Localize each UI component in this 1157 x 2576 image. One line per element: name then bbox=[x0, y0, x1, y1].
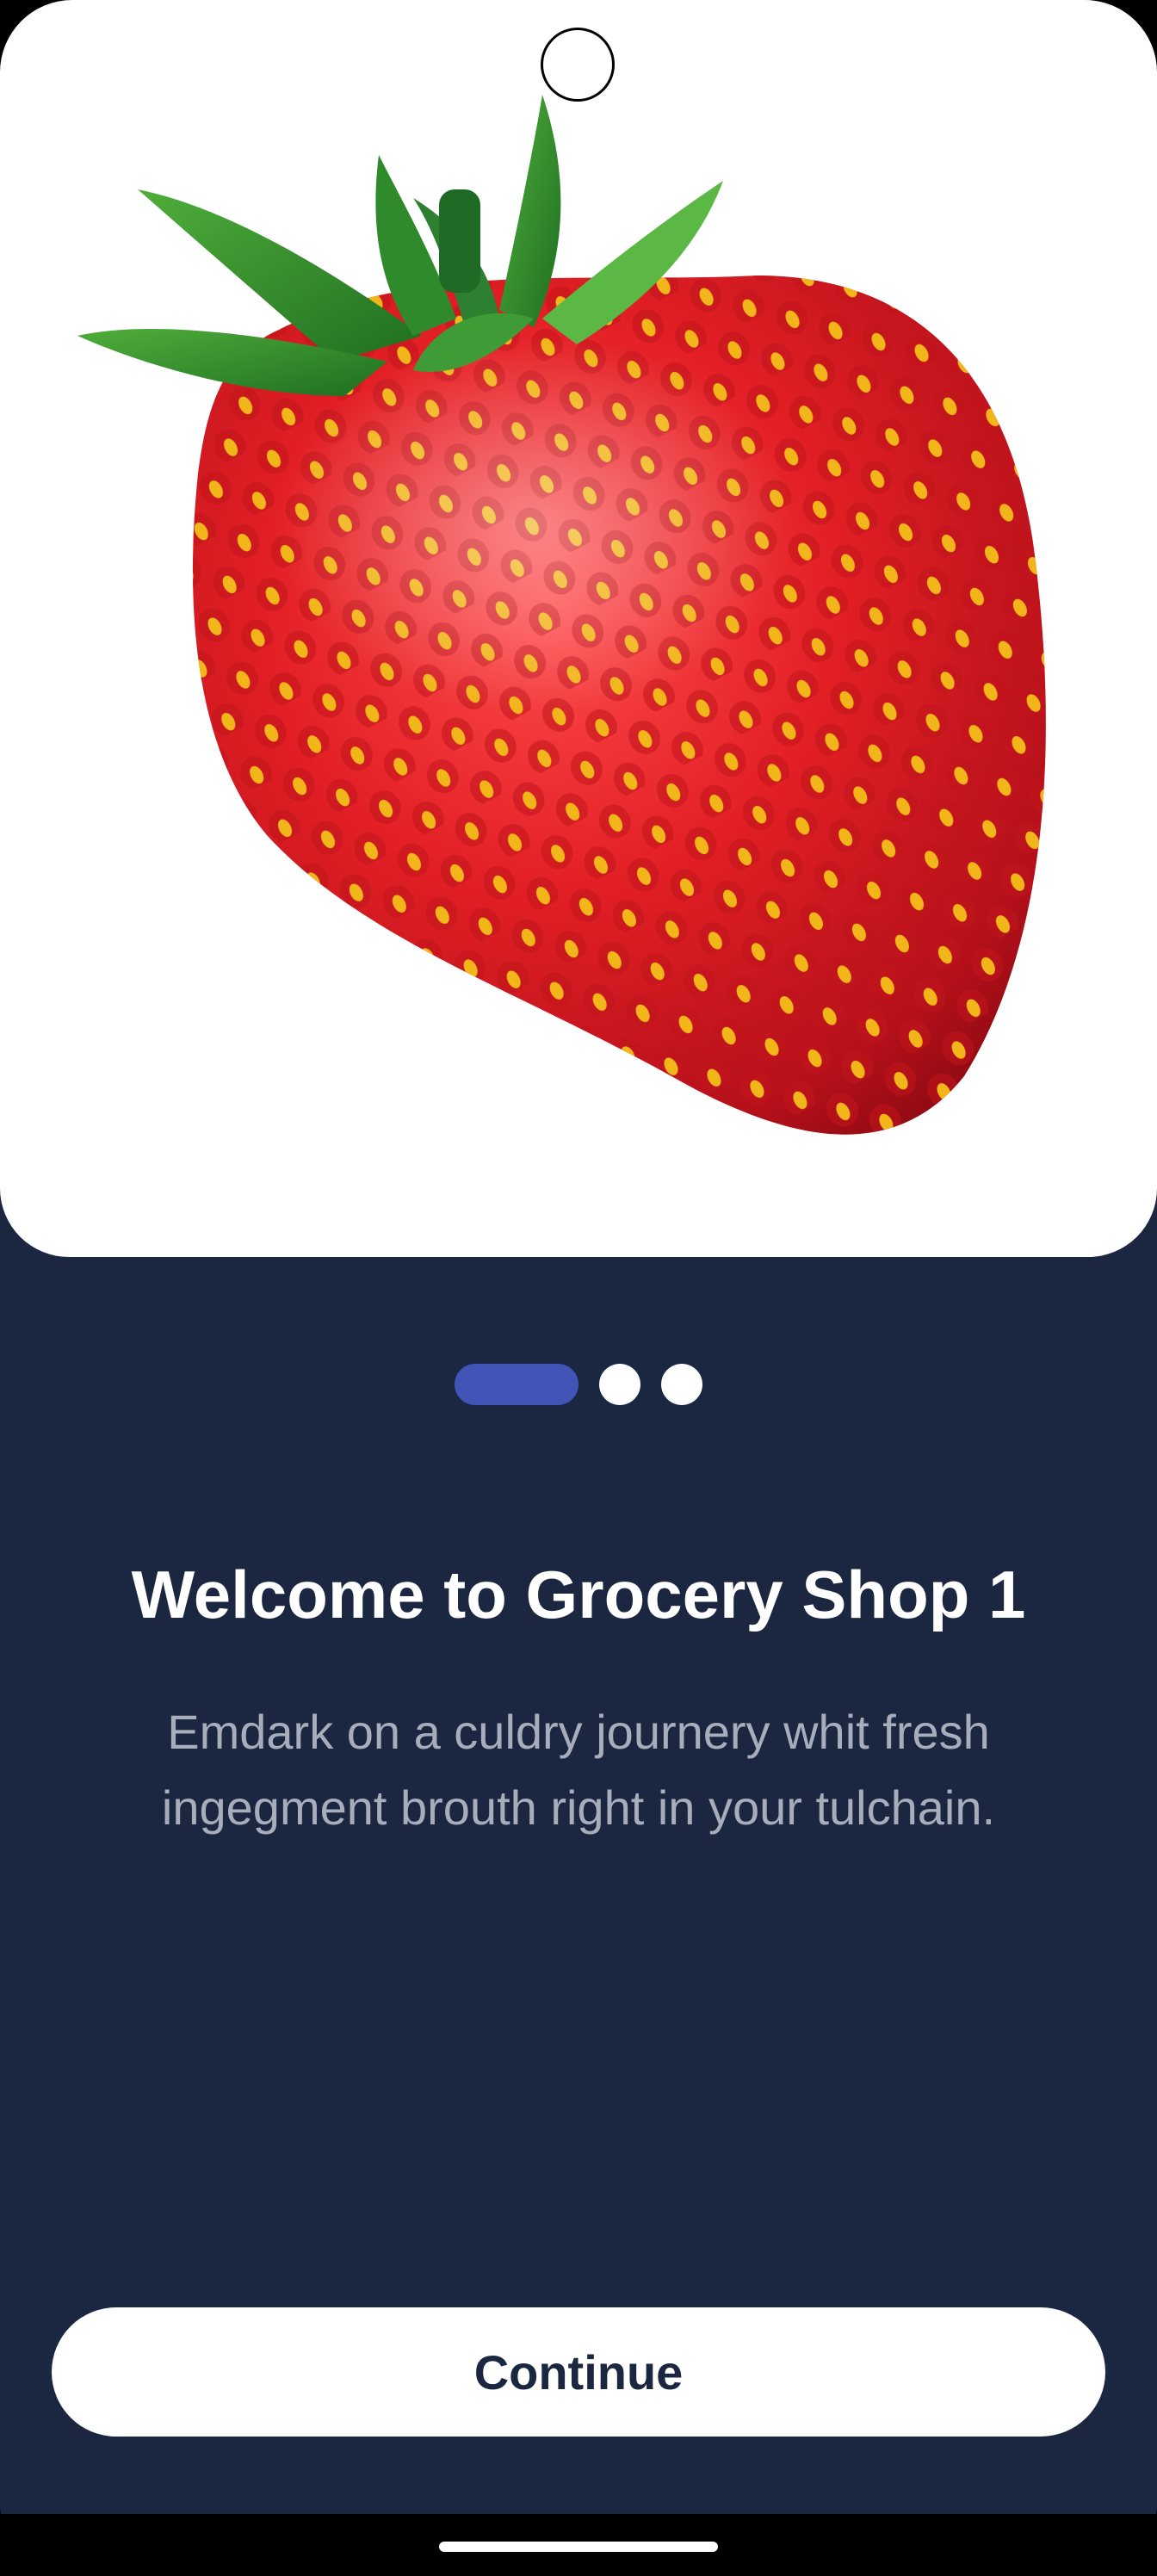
front-camera bbox=[541, 28, 615, 102]
continue-button[interactable]: Continue bbox=[52, 2307, 1105, 2437]
page-indicator-dot[interactable] bbox=[599, 1364, 640, 1405]
home-indicator[interactable] bbox=[439, 2542, 718, 2552]
page-indicator-dot[interactable] bbox=[661, 1364, 702, 1405]
page-indicator bbox=[0, 1364, 1157, 1405]
strawberry-image bbox=[77, 95, 1046, 1135]
page-indicator-active[interactable] bbox=[455, 1364, 578, 1405]
page-description: Emdark on a culdry journery whit fresh i… bbox=[161, 1705, 996, 1835]
hero-card bbox=[0, 0, 1157, 1257]
page-title: Welcome to Grocery Shop 1 bbox=[131, 1557, 1026, 1632]
onboarding-screen: Welcome to Grocery Shop 1 Emdark on a cu… bbox=[0, 0, 1157, 2576]
